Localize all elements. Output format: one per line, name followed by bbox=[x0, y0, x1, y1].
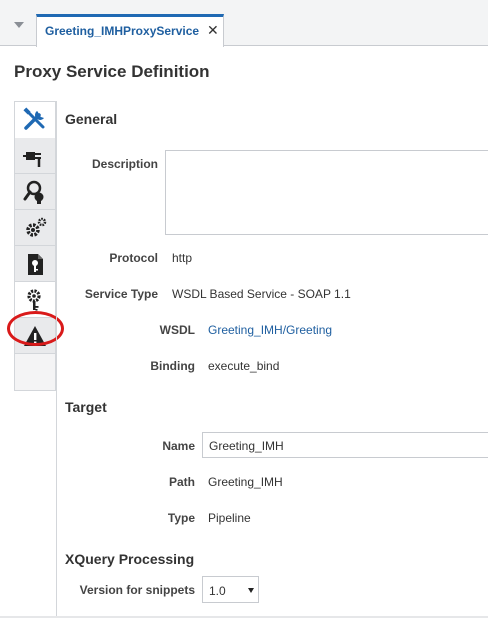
close-icon[interactable]: ✕ bbox=[207, 22, 219, 39]
protocol-label: Protocol bbox=[109, 251, 158, 265]
wsdl-link[interactable]: Greeting_IMH/Greeting bbox=[208, 323, 332, 337]
side-tab-discovery[interactable] bbox=[15, 174, 55, 210]
side-tab-strip bbox=[14, 101, 56, 391]
tab-label: Greeting_IMHProxyService bbox=[45, 24, 200, 38]
section-title-target: Target bbox=[65, 399, 107, 415]
target-path-value: Greeting_IMH bbox=[208, 475, 283, 489]
section-title-xquery: XQuery Processing bbox=[65, 551, 195, 567]
service-type-value: WSDL Based Service - SOAP 1.1 bbox=[172, 287, 351, 301]
section-title-general: General bbox=[65, 111, 118, 127]
version-snippets-label: Version for snippets bbox=[79, 583, 195, 597]
version-select-value: 1.0 bbox=[209, 584, 226, 598]
target-type-label: Type bbox=[167, 511, 195, 525]
page-title: Proxy Service Definition bbox=[14, 62, 210, 81]
search-bulb-icon bbox=[23, 180, 44, 204]
target-path-label: Path bbox=[168, 475, 195, 489]
wsdl-label: WSDL bbox=[159, 323, 195, 337]
side-tab-general[interactable] bbox=[15, 102, 55, 138]
service-type-label: Service Type bbox=[84, 287, 158, 301]
tools-icon bbox=[23, 106, 45, 130]
side-tab-configuration[interactable] bbox=[15, 210, 55, 246]
target-name-field[interactable]: Greeting_IMH bbox=[202, 432, 488, 458]
editor-tab-bar: Greeting_IMHProxyService ✕ bbox=[0, 0, 488, 47]
description-label: Description bbox=[91, 157, 158, 171]
target-type-value: Pipeline bbox=[208, 511, 251, 525]
target-name-label: Name bbox=[162, 439, 195, 453]
gears-icon bbox=[26, 217, 47, 237]
description-field[interactable] bbox=[165, 150, 488, 235]
binding-value: execute_bind bbox=[208, 359, 280, 373]
chevron-down-icon bbox=[248, 588, 254, 593]
tab-list-menu-icon[interactable] bbox=[14, 22, 24, 28]
tab-greeting-proxy-service[interactable]: Greeting_IMHProxyService ✕ bbox=[36, 14, 224, 47]
binding-label: Binding bbox=[150, 359, 195, 373]
version-select[interactable]: 1.0 bbox=[202, 576, 259, 603]
protocol-value: http bbox=[172, 251, 193, 265]
